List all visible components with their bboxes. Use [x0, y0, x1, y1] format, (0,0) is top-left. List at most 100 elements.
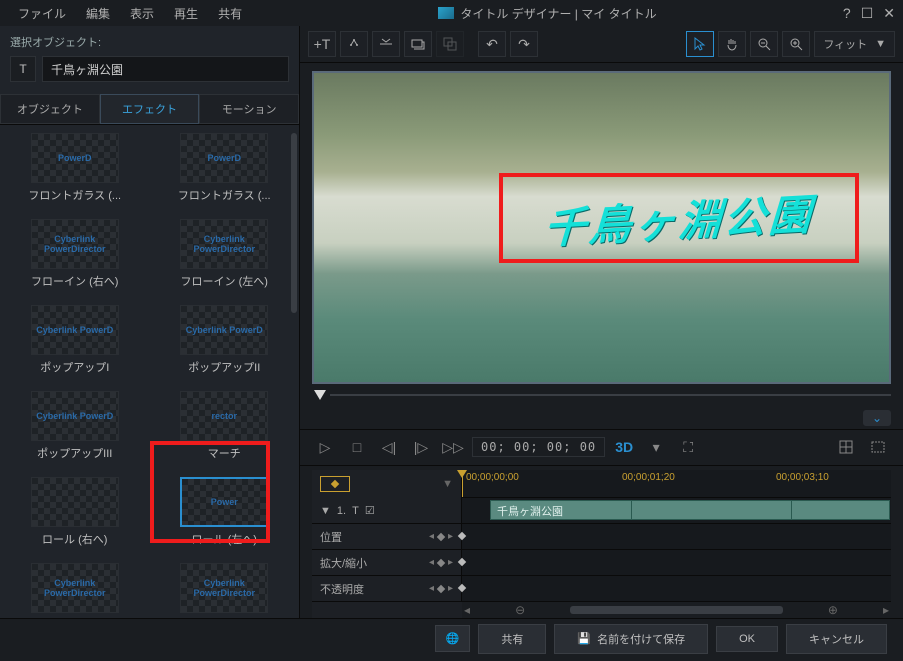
chevron-down-icon: ▼ [875, 38, 886, 50]
effect-thumb[interactable]: Powerロール (左へ) [160, 477, 290, 547]
ok-button[interactable]: OK [716, 626, 778, 652]
track-visibility-checkbox[interactable]: ☑ [365, 504, 375, 517]
effect-preview-icon: Cyberlink PowerD [31, 305, 119, 355]
tab-motion[interactable]: モーション [199, 94, 299, 124]
title-overlay-box[interactable]: 千鳥ヶ淵公園 [499, 173, 859, 263]
collapse-preview-button[interactable]: ⌄ [863, 410, 891, 426]
fast-forward-button[interactable]: ▷▷ [440, 434, 466, 460]
upload-button[interactable]: 🌐 [435, 625, 471, 652]
keyframe-mode-toggle[interactable] [320, 476, 350, 492]
tab-object[interactable]: オブジェクト [0, 94, 100, 124]
tab-effect[interactable]: エフェクト [100, 94, 200, 124]
preview-canvas[interactable]: 千鳥ヶ淵公園 [312, 71, 891, 383]
menu-file[interactable]: ファイル [8, 5, 76, 22]
grid-toggle-button[interactable] [833, 434, 859, 460]
select-tool-button[interactable] [686, 31, 714, 57]
track-collapse-icon[interactable]: ▼ [320, 505, 331, 517]
safe-zone-button[interactable] [865, 434, 891, 460]
scale-track-head: 拡大/縮小 ◂▸ [312, 550, 462, 575]
left-panel: 選択オブジェクト: T オブジェクト エフェクト モーション PowerDフロン… [0, 26, 300, 618]
thumbnail-scrollbar[interactable] [291, 133, 297, 313]
dialog-footer: 🌐 共有 💾名前を付けて保存 OK キャンセル [0, 618, 903, 658]
scroll-right-icon[interactable]: ▸ [883, 603, 889, 617]
effect-preview-icon: Cyberlink PowerDirector [180, 563, 268, 613]
effect-thumb[interactable]: Cyberlink PowerDポップアップIII [10, 391, 140, 461]
menu-edit[interactable]: 編集 [76, 5, 120, 22]
3d-settings-button[interactable]: ▾ [643, 434, 669, 460]
menu-view[interactable]: 表示 [120, 5, 164, 22]
effect-preview-icon: PowerD [180, 133, 268, 183]
fullscreen-button[interactable]: ⛶ [675, 434, 701, 460]
next-frame-button[interactable]: |▷ [408, 434, 434, 460]
prev-frame-button[interactable]: ◁| [376, 434, 402, 460]
preview-title-text[interactable]: 千鳥ヶ淵公園 [543, 181, 816, 256]
undo-button[interactable]: ↶ [478, 31, 506, 57]
effect-thumb[interactable]: PowerDフロントガラス (... [10, 133, 140, 203]
ruler-tick: 00;00;00;00 [466, 472, 519, 483]
menubar: ファイル 編集 表示 再生 共有 タイトル デザイナー | マイ タイトル ? … [0, 0, 903, 26]
add-particle-button[interactable] [340, 31, 368, 57]
effect-thumb-label: ロール (左へ) [192, 531, 257, 547]
redo-button[interactable]: ↷ [510, 31, 538, 57]
preview-time-slider[interactable] [312, 384, 891, 406]
scale-label: 拡大/縮小 [320, 555, 367, 571]
effect-thumb[interactable]: ロール (右へ) [10, 477, 140, 547]
effect-thumb[interactable]: Cyberlink PowerDポップアップII [160, 305, 290, 375]
maximize-icon[interactable]: ☐ [861, 5, 874, 22]
scroll-left-icon[interactable]: ◂ [464, 603, 470, 617]
right-panel: +T ↶ ↷ フィット ▼ [300, 26, 903, 618]
effect-thumb[interactable]: Cyberlink PowerDirectorフローイン (右へ) [10, 219, 140, 289]
track-index: 1. [337, 505, 346, 517]
effect-thumb[interactable]: rectorマーチ [160, 391, 290, 461]
text-track-icon: T [352, 505, 359, 517]
chevron-down-icon[interactable]: ▼ [442, 478, 453, 490]
timeline-scrollbar[interactable]: ◂ ⊖ ⊕ ▸ [462, 602, 891, 618]
ruler-tick: 00;00;03;10 [776, 472, 829, 483]
pan-tool-button[interactable] [718, 31, 746, 57]
timeline-zoom-out-icon[interactable]: ⊖ [515, 603, 525, 617]
add-text-button[interactable]: +T [308, 31, 336, 57]
menu-play[interactable]: 再生 [164, 5, 208, 22]
ruler-tick: 00;00;01;20 [622, 472, 675, 483]
zoom-out-button[interactable] [750, 31, 778, 57]
3d-toggle-button[interactable]: 3D [611, 434, 637, 460]
add-background-button[interactable] [404, 31, 432, 57]
playhead[interactable] [462, 470, 463, 497]
time-ruler[interactable]: 00;00;00;00 00;00;01;20 00;00;03;10 [462, 470, 891, 498]
help-icon[interactable]: ? [843, 5, 851, 21]
scale-track-body[interactable] [462, 550, 891, 575]
title-track-body[interactable]: 千鳥ヶ淵公園 [462, 498, 891, 523]
timecode-display[interactable]: 00; 00; 00; 00 [472, 437, 605, 457]
position-track-body[interactable] [462, 524, 891, 549]
effect-thumb[interactable]: PowerDフロントガラス (... [160, 133, 290, 203]
title-text-input[interactable] [42, 56, 289, 82]
effect-thumb[interactable]: Cyberlink PowerDポップアップI [10, 305, 140, 375]
globe-icon: 🌐 [446, 632, 460, 645]
selected-object-label: 選択オブジェクト: [0, 26, 299, 56]
stop-button[interactable]: □ [344, 434, 370, 460]
layers-button[interactable] [436, 31, 464, 57]
title-track-head[interactable]: ▼ 1. T ☑ [312, 498, 462, 523]
zoom-fit-dropdown[interactable]: フィット ▼ [814, 31, 895, 57]
share-button[interactable]: 共有 [478, 624, 546, 654]
text-tool-icon[interactable]: T [10, 56, 36, 82]
timeline: ▼ 00;00;00;00 00;00;01;20 00;00;03;10 ▼ … [300, 466, 903, 618]
menu-share[interactable]: 共有 [208, 5, 252, 22]
effect-preview-icon: PowerD [31, 133, 119, 183]
effect-thumbnails[interactable]: PowerDフロントガラス (... PowerDフロントガラス (... Cybe… [0, 125, 299, 618]
close-icon[interactable]: ✕ [883, 5, 895, 22]
title-clip[interactable]: 千鳥ヶ淵公園 [490, 500, 890, 520]
opacity-label: 不透明度 [320, 581, 364, 597]
add-image-button[interactable] [372, 31, 400, 57]
effect-thumb[interactable]: Cyberlink PowerDirectorワイプ (上へ) [10, 563, 140, 618]
title-clip-label: 千鳥ヶ淵公園 [497, 506, 563, 518]
cancel-button[interactable]: キャンセル [786, 624, 887, 654]
effect-thumb[interactable]: Cyberlink PowerDirectorフローイン (左へ) [160, 219, 290, 289]
zoom-in-button[interactable] [782, 31, 810, 57]
timeline-zoom-in-icon[interactable]: ⊕ [828, 603, 838, 617]
save-as-button[interactable]: 💾名前を付けて保存 [554, 624, 708, 654]
slider-handle-icon[interactable] [314, 390, 326, 400]
play-button[interactable]: ▷ [312, 434, 338, 460]
effect-thumb[interactable]: Cyberlink PowerDirectorワイプ (下へ) [160, 563, 290, 618]
opacity-track-body[interactable] [462, 576, 891, 601]
